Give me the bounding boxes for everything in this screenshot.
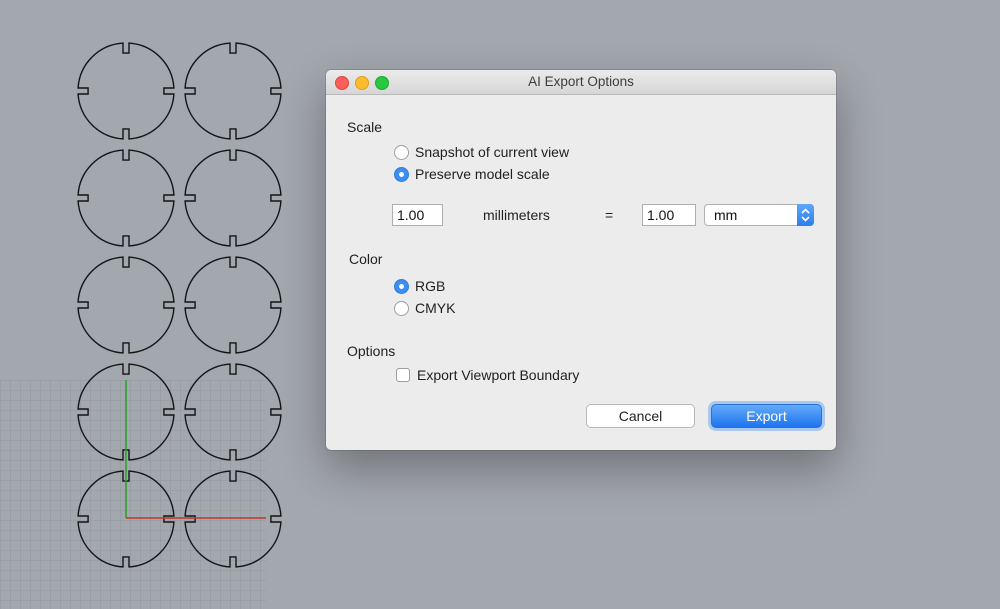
equals-sign: = [605,207,614,223]
cmyk-radio-button[interactable] [394,300,409,316]
color-section-label: Color [349,251,383,267]
dialog-title: AI Export Options [528,74,634,89]
preserve-scale-radio-label: Preserve model scale [415,166,550,182]
model-units-value-field[interactable]: 1.00 [392,204,443,226]
part-outline-r2-c2[interactable] [184,149,282,247]
export-button[interactable]: Export [711,404,822,428]
title-bar[interactable]: AI Export Options [326,70,836,95]
part-outline-r3-c2[interactable] [184,256,282,354]
output-unit-select-value: mm [714,207,738,223]
options-section-label: Options [347,343,396,359]
ai-export-options-dialog: AI Export Options Scale Snapshot of curr… [326,70,836,450]
snapshot-radio-button[interactable] [394,144,409,160]
chevron-up-down-icon[interactable] [797,204,814,226]
snapshot-radio-option[interactable]: Snapshot of current view [394,142,569,162]
rgb-radio-label: RGB [415,278,446,294]
scale-section-label: Scale [347,119,383,135]
preserve-scale-radio-button[interactable] [394,166,409,182]
construction-grid [0,380,266,609]
rgb-radio-option[interactable]: RGB [394,276,445,296]
part-outline-r3-c1[interactable] [77,256,175,354]
part-outline-r1-c2[interactable] [184,42,282,140]
rgb-radio-button[interactable] [394,278,409,294]
output-units-value-field[interactable]: 1.00 [642,204,696,226]
preserve-scale-radio-option[interactable]: Preserve model scale [394,164,550,184]
output-unit-select[interactable]: mm [704,204,814,226]
cmyk-radio-option[interactable]: CMYK [394,298,455,318]
cmyk-radio-label: CMYK [415,300,456,316]
part-outline-r1-c1[interactable] [77,42,175,140]
export-viewport-boundary-option[interactable]: Export Viewport Boundary [396,367,579,383]
snapshot-radio-label: Snapshot of current view [415,144,570,160]
export-viewport-boundary-label: Export Viewport Boundary [417,367,580,383]
model-units-label: millimeters [483,207,550,223]
export-viewport-boundary-checkbox[interactable] [396,368,410,382]
cancel-button[interactable]: Cancel [586,404,695,428]
part-outline-r2-c1[interactable] [77,149,175,247]
